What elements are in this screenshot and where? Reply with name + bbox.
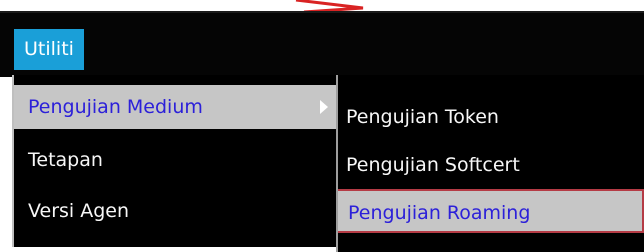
utiliti-dropdown-menu: Pengujian Medium Tetapan Versi Agen — [12, 75, 336, 247]
menu-screenshot: Utiliti Pengujian Medium Tetapan Versi A… — [0, 0, 644, 252]
menu-item-tetapan[interactable]: Tetapan — [12, 138, 336, 182]
menu-bar — [0, 11, 644, 77]
submenu-item-pengujian-roaming[interactable]: Pengujian Roaming — [336, 189, 644, 233]
menu-item-versi-agen[interactable]: Versi Agen — [12, 189, 336, 233]
menu-item-pengujian-medium[interactable]: Pengujian Medium — [12, 85, 336, 129]
dropdown-left-edge — [12, 75, 14, 247]
pengujian-medium-submenu: Pengujian Token Pengujian Softcert Pengu… — [336, 75, 644, 252]
submenu-item-pengujian-token[interactable]: Pengujian Token — [336, 95, 644, 139]
chevron-right-icon — [320, 100, 328, 114]
menu-item-label: Pengujian Medium — [28, 96, 203, 118]
submenu-item-pengujian-softcert[interactable]: Pengujian Softcert — [336, 143, 644, 187]
submenu-divider — [336, 75, 338, 252]
utiliti-menu-button[interactable]: Utiliti — [14, 29, 84, 70]
